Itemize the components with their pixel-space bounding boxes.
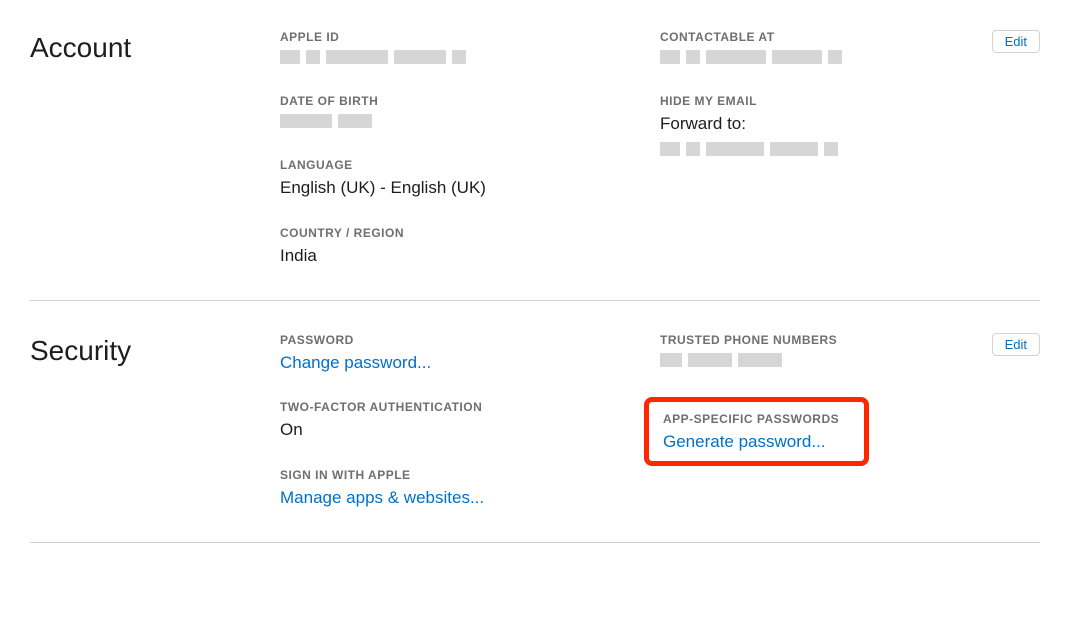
account-section: Account Edit APPLE ID DATE OF BIRTH LANG… — [30, 30, 1040, 301]
hide-my-email-forward-label: Forward to: — [660, 112, 1040, 136]
apple-id-label: APPLE ID — [280, 30, 660, 44]
two-factor-value: On — [280, 418, 660, 442]
trusted-phone-value-redacted — [660, 353, 788, 367]
date-of-birth-value-redacted — [280, 114, 378, 128]
password-label: PASSWORD — [280, 333, 660, 347]
contactable-at-field: CONTACTABLE AT — [660, 30, 1040, 68]
security-title: Security — [30, 333, 280, 510]
contactable-at-label: CONTACTABLE AT — [660, 30, 1040, 44]
account-col-right: CONTACTABLE AT HIDE MY EMAIL Forward to: — [660, 30, 1040, 268]
apple-id-field: APPLE ID — [280, 30, 660, 68]
sign-in-with-apple-field: SIGN IN WITH APPLE Manage apps & website… — [280, 468, 660, 510]
password-field: PASSWORD Change password... — [280, 333, 660, 375]
trusted-phone-label: TRUSTED PHONE NUMBERS — [660, 333, 1040, 347]
security-section: Security Edit PASSWORD Change password..… — [30, 333, 1040, 543]
hide-my-email-field: HIDE MY EMAIL Forward to: — [660, 94, 1040, 156]
two-factor-field: TWO-FACTOR AUTHENTICATION On — [280, 400, 660, 442]
security-body: PASSWORD Change password... TWO-FACTOR A… — [280, 333, 1040, 510]
country-region-value: India — [280, 244, 660, 268]
language-label: LANGUAGE — [280, 158, 660, 172]
security-edit-button[interactable]: Edit — [992, 333, 1040, 356]
account-body: APPLE ID DATE OF BIRTH LANGUAGE English … — [280, 30, 1040, 268]
country-region-label: COUNTRY / REGION — [280, 226, 660, 240]
change-password-link[interactable]: Change password... — [280, 351, 660, 375]
manage-apps-websites-link[interactable]: Manage apps & websites... — [280, 486, 660, 510]
contactable-at-value-redacted — [660, 50, 848, 64]
app-specific-passwords-label: APP-SPECIFIC PASSWORDS — [663, 412, 850, 426]
apple-id-value-redacted — [280, 50, 472, 64]
account-col-left: APPLE ID DATE OF BIRTH LANGUAGE English … — [280, 30, 660, 268]
hide-my-email-label: HIDE MY EMAIL — [660, 94, 1040, 108]
account-title: Account — [30, 30, 280, 268]
security-col-left: PASSWORD Change password... TWO-FACTOR A… — [280, 333, 660, 510]
language-value: English (UK) - English (UK) — [280, 176, 660, 200]
date-of-birth-field: DATE OF BIRTH — [280, 94, 660, 132]
date-of-birth-label: DATE OF BIRTH — [280, 94, 660, 108]
app-specific-passwords-field: APP-SPECIFIC PASSWORDS Generate password… — [663, 412, 850, 454]
two-factor-label: TWO-FACTOR AUTHENTICATION — [280, 400, 660, 414]
security-col-right: TRUSTED PHONE NUMBERS APP-SPECIFIC PASSW… — [660, 333, 1040, 510]
account-edit-button[interactable]: Edit — [992, 30, 1040, 53]
app-specific-passwords-highlight: APP-SPECIFIC PASSWORDS Generate password… — [644, 397, 869, 467]
hide-my-email-value-redacted — [660, 142, 844, 156]
language-field: LANGUAGE English (UK) - English (UK) — [280, 158, 660, 200]
generate-password-link[interactable]: Generate password... — [663, 430, 850, 454]
trusted-phone-field: TRUSTED PHONE NUMBERS — [660, 333, 1040, 371]
sign-in-with-apple-label: SIGN IN WITH APPLE — [280, 468, 660, 482]
country-region-field: COUNTRY / REGION India — [280, 226, 660, 268]
